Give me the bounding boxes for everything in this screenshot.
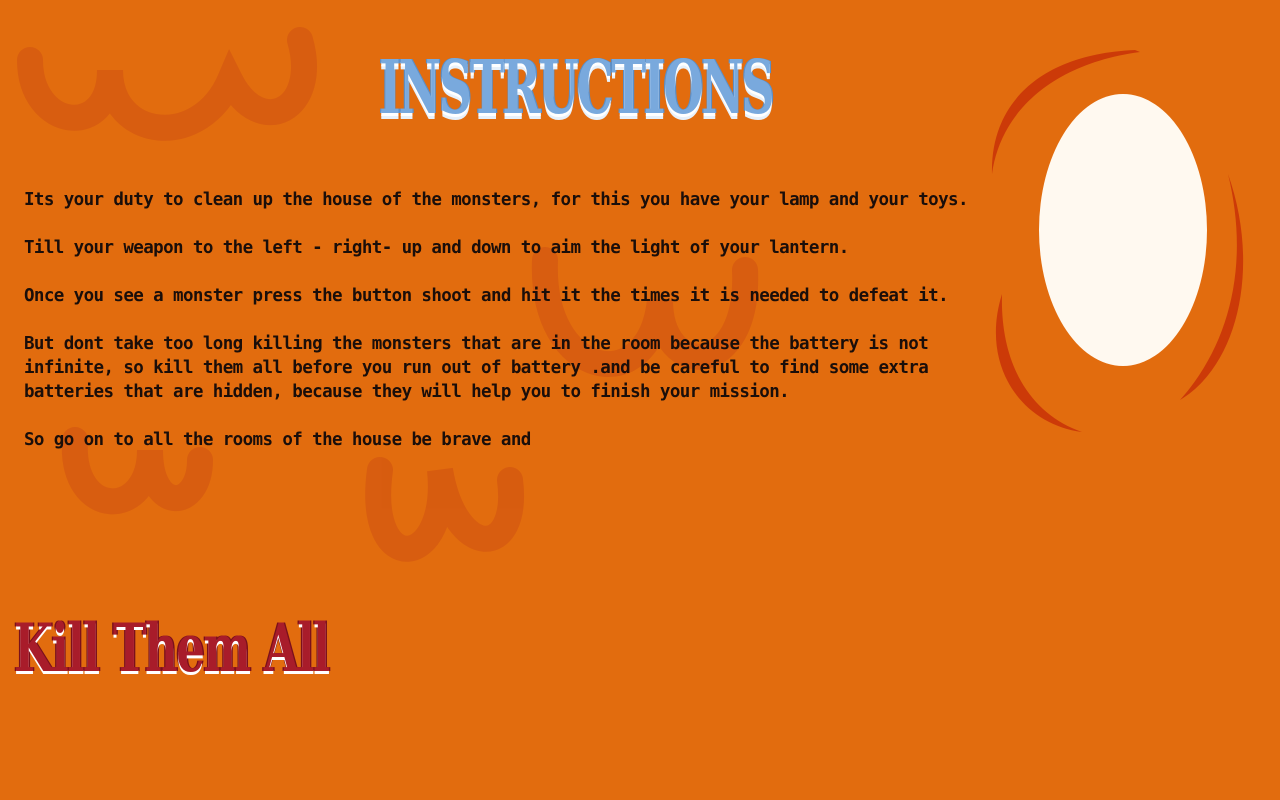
instruction-paragraph: So go on to all the rooms of the house b… <box>24 430 531 450</box>
instruction-paragraph: But dont take too long killing the monst… <box>24 334 929 402</box>
claw-mark-icon <box>365 457 525 562</box>
lantern-light <box>1039 94 1207 366</box>
kill-them-all-tagline: Kill Them All <box>14 609 330 687</box>
claw-mark-icon <box>17 27 317 141</box>
lantern-light-icon <box>991 50 1244 432</box>
page-title: Instructions <box>379 45 775 131</box>
instructions-text: Its your duty to clean up the house of t… <box>24 188 992 476</box>
instruction-paragraph: Its your duty to clean up the house of t… <box>24 190 969 210</box>
instruction-paragraph: Till your weapon to the left - right- up… <box>24 238 849 258</box>
instruction-paragraph: Once you see a monster press the button … <box>24 286 949 306</box>
